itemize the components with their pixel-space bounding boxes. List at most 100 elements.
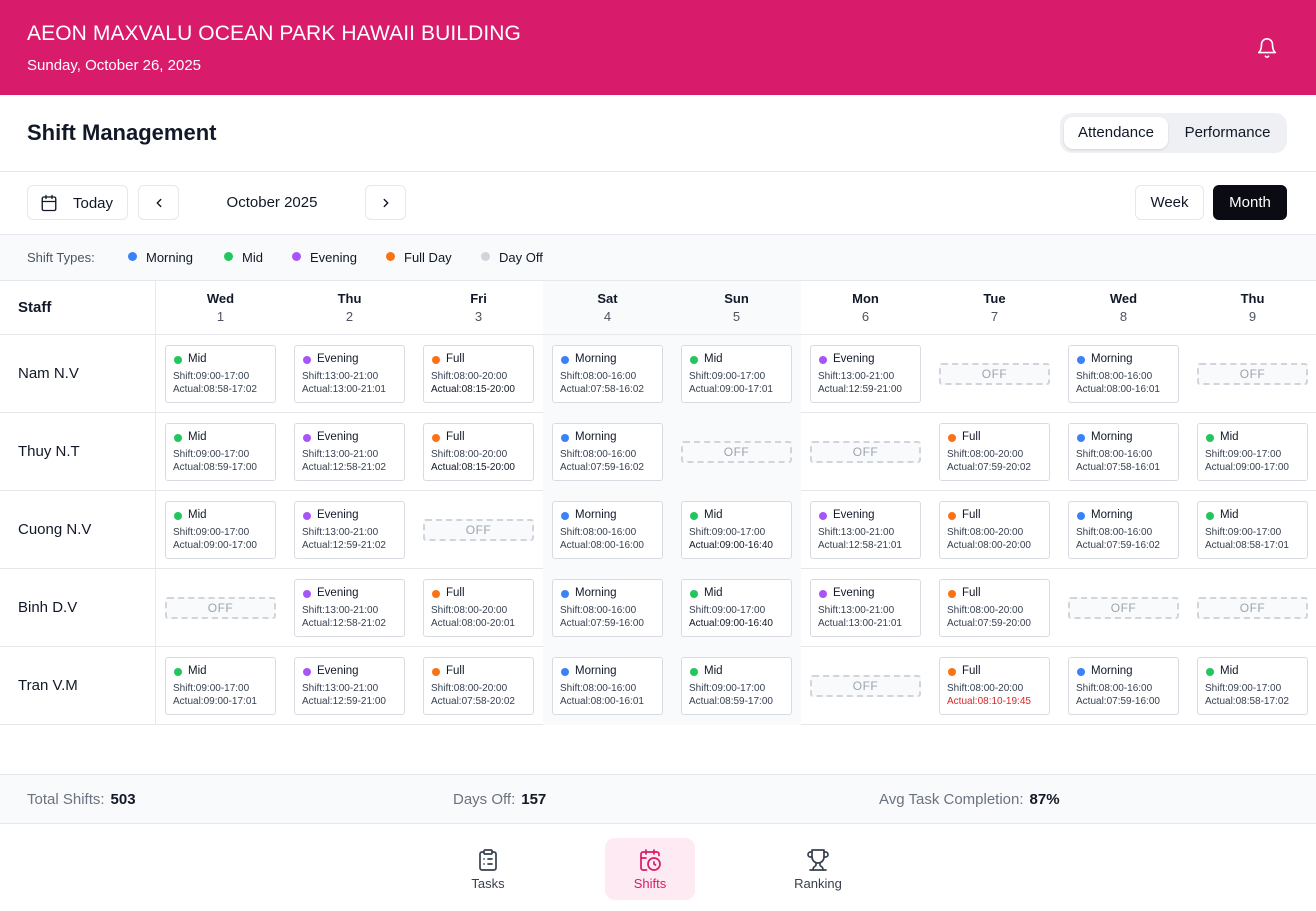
shift-card[interactable]: Morning Shift:08:00-16:00 Actual:07:58-16:… [1068, 423, 1179, 481]
shift-type-dot [303, 512, 311, 520]
actual-time: Actual:08:00-16:01 [560, 696, 644, 707]
day-off-chip[interactable]: OFF [1197, 597, 1308, 619]
calendar-icon [41, 194, 57, 212]
day-off-chip[interactable]: OFF [681, 441, 792, 463]
nav-ranking[interactable]: Ranking [773, 838, 863, 900]
shift-card[interactable]: Evening Shift:13:00-21:00 Actual:12:58-21:… [294, 579, 405, 637]
shift-type-dot [1206, 668, 1214, 676]
shift-card[interactable]: Morning Shift:08:00-16:00 Actual:08:00-16:… [552, 501, 663, 559]
shift-card[interactable]: Mid Shift:09:00-17:00 Actual:08:58-17:02 [165, 345, 276, 403]
shift-card[interactable]: Mid Shift:09:00-17:00 Actual:08:59-17:00 [165, 423, 276, 481]
shift-card[interactable]: Evening Shift:13:00-21:00 Actual:12:59-21:… [294, 657, 405, 715]
day-off-chip[interactable]: OFF [939, 363, 1050, 385]
day-of-week: Wed [206, 291, 235, 306]
shift-card[interactable]: Evening Shift:13:00-21:00 Actual:12:58-21:… [294, 423, 405, 481]
shift-card[interactable]: Full Shift:08:00-20:00 Actual:07:59-20:00 [939, 579, 1050, 637]
shift-card[interactable]: Mid Shift:09:00-17:00 Actual:09:00-16:40 [681, 501, 792, 559]
day-off-chip[interactable]: OFF [1197, 363, 1308, 385]
shift-card[interactable]: Morning Shift:08:00-16:00 Actual:07:59-16:… [552, 423, 663, 481]
actual-time: Actual:12:59-21:00 [818, 384, 902, 395]
day-off-chip[interactable]: OFF [165, 597, 276, 619]
shift-card[interactable]: Morning Shift:08:00-16:00 Actual:08:00-16:… [1068, 345, 1179, 403]
shift-card[interactable]: Mid Shift:09:00-17:00 Actual:09:00-17:01 [681, 345, 792, 403]
shift-type: Evening [833, 509, 875, 521]
chevron-left-icon [156, 198, 162, 208]
day-off-chip[interactable]: OFF [810, 675, 921, 697]
tab-performance[interactable]: Performance [1172, 117, 1283, 149]
staff-header-label: Staff [18, 299, 52, 316]
day-column-header: Thu 2 [285, 281, 414, 335]
calendar-toolbar: Today October 2025 Week Month [0, 172, 1316, 235]
shift-type: Mid [704, 587, 723, 599]
prev-period-button[interactable] [138, 185, 179, 220]
actual-time: Actual:12:58-21:02 [302, 462, 386, 473]
shift-type: Full [962, 431, 981, 443]
shift-time: Shift:08:00-20:00 [947, 683, 1024, 694]
actual-time: Actual:08:00-20:00 [947, 540, 1031, 551]
shift-card[interactable]: Full Shift:08:00-20:00 Actual:07:58-20:02 [423, 657, 534, 715]
actual-time: Actual:13:00-21:01 [302, 384, 386, 395]
shift-type: Evening [833, 353, 875, 365]
bell-icon[interactable] [1256, 37, 1278, 59]
shift-type-dot [303, 356, 311, 364]
legend-item-morning: Morning [128, 250, 193, 265]
today-button[interactable]: Today [27, 185, 128, 220]
actual-time: Actual:09:00-16:40 [689, 618, 773, 629]
shift-type: Mid [1220, 665, 1239, 677]
week-view-button[interactable]: Week [1135, 185, 1204, 220]
shift-card[interactable]: Morning Shift:08:00-16:00 Actual:07:59-16:… [1068, 501, 1179, 559]
actual-time: Actual:08:58-17:01 [1205, 540, 1289, 551]
shift-card[interactable]: Morning Shift:08:00-16:00 Actual:07:58-16:… [552, 345, 663, 403]
day-off-chip[interactable]: OFF [810, 441, 921, 463]
shift-type: Morning [575, 587, 617, 599]
actual-time: Actual:07:59-16:02 [560, 462, 644, 473]
month-view-button[interactable]: Month [1213, 185, 1287, 220]
shift-type: Morning [575, 431, 617, 443]
shift-card[interactable]: Mid Shift:09:00-17:00 Actual:09:00-17:00 [165, 501, 276, 559]
shift-card[interactable]: Full Shift:08:00-20:00 Actual:08:15-20:00 [423, 423, 534, 481]
shift-card[interactable]: Evening Shift:13:00-21:00 Actual:12:59-21:… [810, 345, 921, 403]
tab-attendance[interactable]: Attendance [1064, 117, 1168, 149]
shift-card[interactable]: Evening Shift:13:00-21:00 Actual:12:58-21:… [810, 501, 921, 559]
day-of-week: Thu [1240, 291, 1265, 306]
day-number: 5 [732, 309, 741, 324]
shift-type-dot [1077, 356, 1085, 364]
clipboard-list-icon [479, 849, 497, 871]
shift-type: Mid [188, 431, 207, 443]
day-off-chip[interactable]: OFF [1068, 597, 1179, 619]
shift-type: Full [446, 587, 465, 599]
shift-card[interactable]: Full Shift:08:00-20:00 Actual:07:59-20:02 [939, 423, 1050, 481]
shift-card[interactable]: Evening Shift:13:00-21:00 Actual:12:59-21:… [294, 501, 405, 559]
shift-card[interactable]: Mid Shift:09:00-17:00 Actual:08:59-17:00 [681, 657, 792, 715]
shift-type: Mid [1220, 431, 1239, 443]
stat-days-off: Days Off: 157 [453, 791, 546, 808]
shift-card[interactable]: Full Shift:08:00-20:00 Actual:08:00-20:01 [423, 579, 534, 637]
actual-time: Actual:12:58-21:01 [818, 540, 902, 551]
shift-card[interactable]: Mid Shift:09:00-17:00 Actual:08:58-17:02 [1197, 657, 1308, 715]
shift-card[interactable]: Evening Shift:13:00-21:00 Actual:13:00-21:… [810, 579, 921, 637]
day-off-chip[interactable]: OFF [423, 519, 534, 541]
nav-tasks[interactable]: Tasks [443, 838, 533, 900]
shift-type: Evening [317, 509, 359, 521]
shift-card[interactable]: Mid Shift:09:00-17:00 Actual:09:00-17:00 [1197, 423, 1308, 481]
shift-time: Shift:13:00-21:00 [818, 605, 895, 616]
shift-card[interactable]: Morning Shift:08:00-16:00 Actual:08:00-16:… [552, 657, 663, 715]
shift-card[interactable]: Evening Shift:13:00-21:00 Actual:13:00-21:… [294, 345, 405, 403]
day-number: 6 [861, 309, 870, 324]
nav-shifts[interactable]: Shifts [605, 838, 695, 900]
shift-card[interactable]: Full Shift:08:00-20:00 Actual:08:10-19:45 [939, 657, 1050, 715]
next-period-button[interactable] [365, 185, 406, 220]
shift-card[interactable]: Morning Shift:08:00-16:00 Actual:07:59-16:… [1068, 657, 1179, 715]
shift-time: Shift:08:00-20:00 [947, 527, 1024, 538]
day-of-week: Mon [852, 291, 879, 306]
shift-time: Shift:08:00-20:00 [431, 371, 508, 382]
stat-label: Total Shifts: [27, 791, 105, 808]
shift-card[interactable]: Mid Shift:09:00-17:00 Actual:09:00-16:40 [681, 579, 792, 637]
day-number: 3 [474, 309, 483, 324]
shift-card[interactable]: Full Shift:08:00-20:00 Actual:08:00-20:00 [939, 501, 1050, 559]
shift-card[interactable]: Mid Shift:09:00-17:00 Actual:08:58-17:01 [1197, 501, 1308, 559]
shift-card[interactable]: Morning Shift:08:00-16:00 Actual:07:59-16:… [552, 579, 663, 637]
shift-time: Shift:13:00-21:00 [302, 371, 379, 382]
shift-card[interactable]: Full Shift:08:00-20:00 Actual:08:15-20:00 [423, 345, 534, 403]
shift-card[interactable]: Mid Shift:09:00-17:00 Actual:09:00-17:01 [165, 657, 276, 715]
